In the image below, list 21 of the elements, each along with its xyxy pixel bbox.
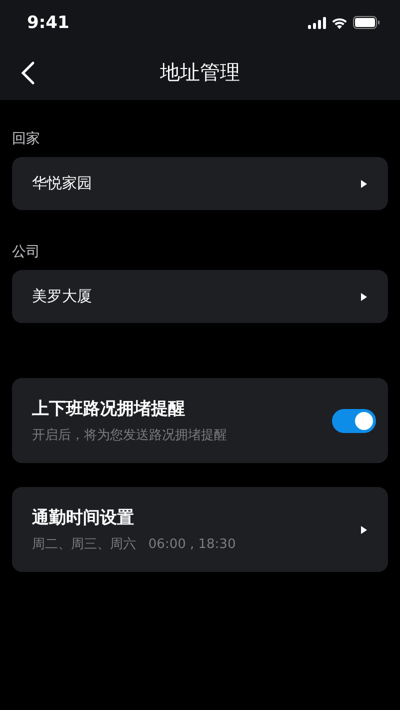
group-label: 回家 — [12, 130, 41, 148]
wifi-icon — [331, 16, 348, 28]
play-icon — [360, 180, 368, 188]
address-name: 华悦家园 — [32, 174, 93, 193]
page-title: 地址管理 — [160, 59, 240, 86]
address-card[interactable]: 华悦家园 — [12, 157, 388, 210]
play-icon — [360, 292, 368, 300]
status-time: 9:41 — [27, 12, 70, 32]
signal-icon — [308, 16, 326, 28]
address-card[interactable]: 美罗大厦 — [12, 270, 388, 323]
toggle-switch[interactable] — [332, 408, 376, 432]
setting-card[interactable]: 上下班路况拥堵提醒 开启后，将为您发送路况拥堵提醒 — [12, 378, 388, 463]
setting-card[interactable]: 通勤时间设置 周二、周三、周六 06:00 , 18:30 — [12, 487, 388, 572]
address-name: 美罗大厦 — [32, 287, 93, 306]
group-label: 公司 — [12, 243, 41, 261]
setting-subtitle: 周二、周三、周六 06:00 , 18:30 — [32, 536, 237, 553]
setting-title: 上下班路况拥堵提醒 — [32, 398, 186, 420]
setting-subtitle: 开启后，将为您发送路况拥堵提醒 — [32, 427, 228, 444]
battery-icon — [353, 16, 380, 29]
setting-title: 通勤时间设置 — [32, 507, 135, 529]
play-icon — [360, 526, 368, 534]
